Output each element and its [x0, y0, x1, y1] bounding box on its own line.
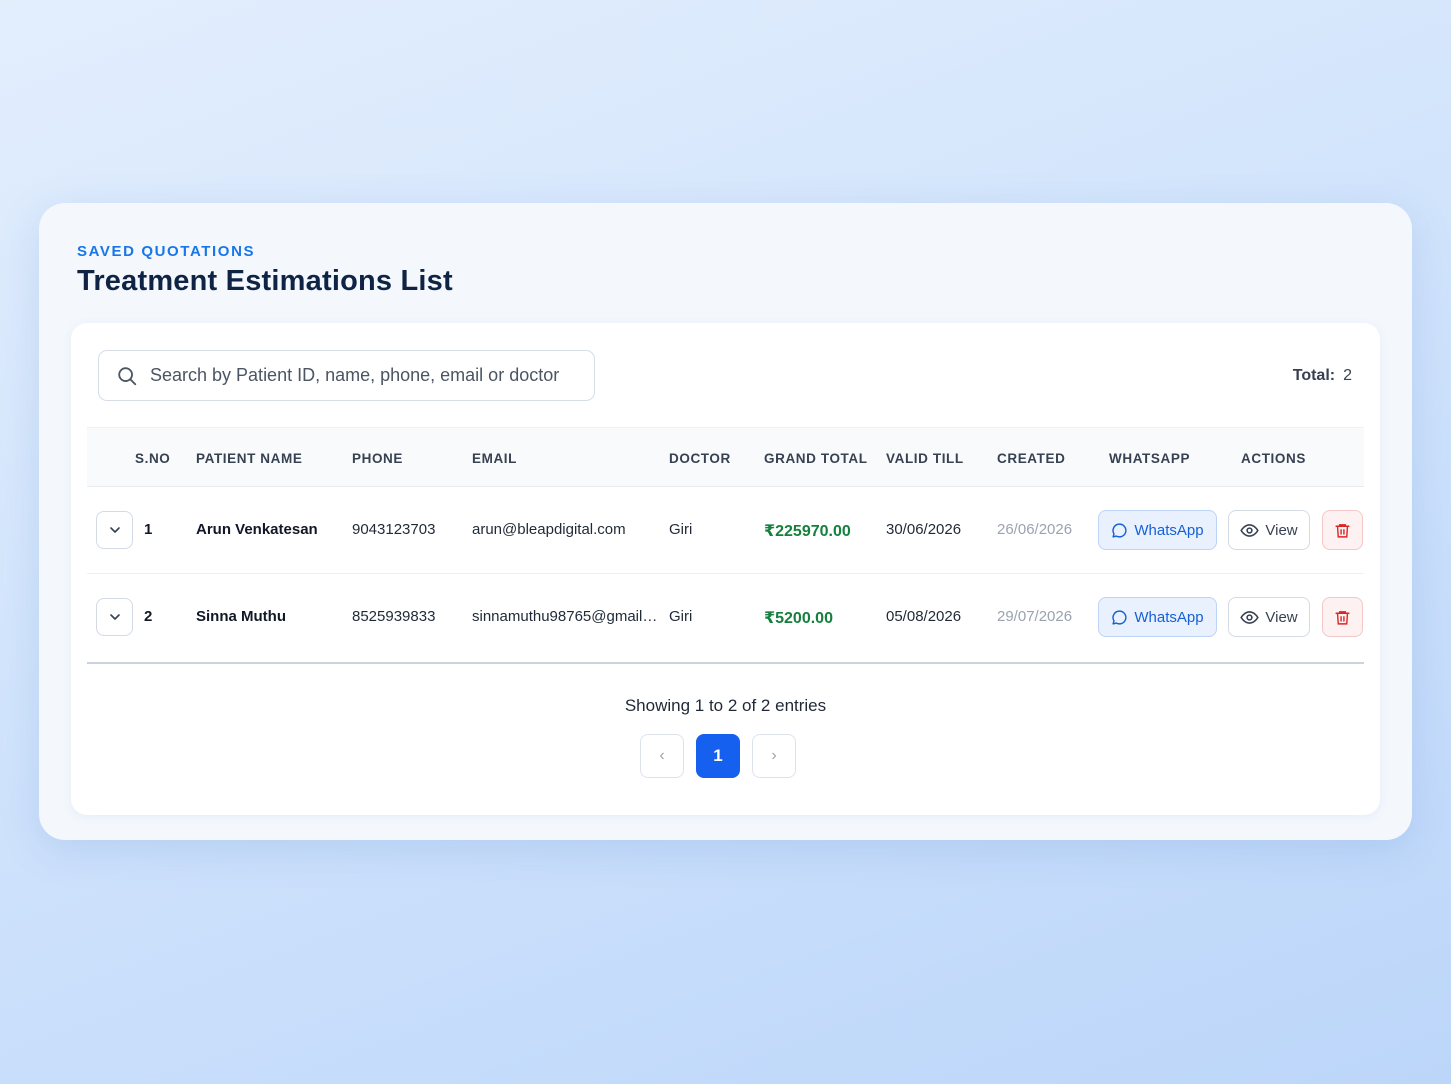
whatsapp-button-label: WhatsApp	[1134, 608, 1204, 626]
row-phone: 8525939833	[352, 608, 436, 625]
column-header-patient-name: PATIENT NAME	[196, 451, 303, 466]
saved-quotations-card: SAVED QUOTATIONS Treatment Estimations L…	[39, 203, 1412, 840]
column-header-email: EMAIL	[472, 451, 517, 466]
whatsapp-button[interactable]: WhatsApp	[1098, 510, 1217, 550]
column-header-grand-total: GRAND TOTAL	[764, 451, 868, 466]
trash-icon	[1335, 610, 1350, 625]
row-grand-total: ₹225970.00	[764, 523, 851, 540]
column-header-phone: PHONE	[352, 451, 404, 466]
column-header-valid-till: VALID TILL	[886, 451, 964, 466]
delete-button[interactable]	[1322, 597, 1363, 637]
row-grand-total: ₹5200.00	[764, 610, 833, 627]
row-created: 29/07/2026	[997, 608, 1073, 625]
trash-icon	[1335, 523, 1350, 538]
page-button-current[interactable]: 1	[696, 734, 740, 778]
estimations-table: S.NO PATIENT NAME PHONE EMAIL DOCTOR GRA…	[87, 427, 1364, 664]
table-row: 2 Sinna Muthu 8525939833 sinnamuthu98765…	[87, 574, 1364, 664]
column-header-whatsapp: WHATSAPP	[1109, 451, 1191, 466]
next-page-button[interactable]: ›	[752, 734, 796, 778]
chat-bubble-icon	[1112, 522, 1127, 538]
page-title: Treatment Estimations List	[77, 265, 453, 297]
chevron-down-icon	[109, 614, 120, 620]
chevron-down-icon	[109, 527, 120, 533]
pagination-summary: Showing 1 to 2 of 2 entries	[624, 696, 827, 715]
row-sno: 2	[144, 608, 153, 625]
search-input[interactable]	[150, 365, 570, 386]
column-header-created: CREATED	[997, 451, 1066, 466]
row-email: sinnamuthu98765@gmail.com	[472, 608, 658, 625]
row-sno: 1	[144, 521, 153, 538]
row-patient-name: Sinna Muthu	[196, 608, 286, 625]
column-header-doctor: DOCTOR	[669, 451, 731, 466]
row-created: 26/06/2026	[997, 521, 1073, 538]
estimations-table-card: Total: 2 S.NO PATIENT NAME PHONE EMAIL DO…	[71, 323, 1380, 815]
view-button[interactable]: View	[1228, 510, 1310, 550]
row-valid-till: 30/06/2026	[886, 521, 962, 538]
column-header-sno: S.NO	[135, 451, 171, 466]
pagination: ‹ 1 ›	[640, 734, 796, 778]
chat-bubble-icon	[1112, 609, 1127, 625]
delete-button[interactable]	[1322, 510, 1363, 550]
search-icon	[116, 365, 138, 387]
whatsapp-button[interactable]: WhatsApp	[1098, 597, 1217, 637]
view-button-label: View	[1265, 521, 1298, 539]
whatsapp-button-label: WhatsApp	[1134, 521, 1204, 539]
search-box[interactable]	[98, 350, 595, 401]
eye-icon	[1240, 523, 1260, 537]
total-value: 2	[1343, 367, 1352, 384]
eye-icon	[1240, 610, 1260, 624]
table-row: 1 Arun Venkatesan 9043123703 arun@bleapd…	[87, 487, 1364, 574]
table-header: S.NO PATIENT NAME PHONE EMAIL DOCTOR GRA…	[87, 427, 1364, 487]
row-valid-till: 05/08/2026	[886, 608, 962, 625]
total-count: Total: 2	[1293, 367, 1352, 385]
row-phone: 9043123703	[352, 521, 436, 538]
view-button[interactable]: View	[1228, 597, 1310, 637]
expand-row-button[interactable]	[96, 511, 133, 549]
prev-page-button[interactable]: ‹	[640, 734, 684, 778]
row-doctor: Giri	[669, 521, 693, 538]
row-email: arun@bleapdigital.com	[472, 521, 626, 538]
row-doctor: Giri	[669, 608, 693, 625]
view-button-label: View	[1265, 608, 1298, 626]
column-header-actions: ACTIONS	[1241, 451, 1306, 466]
expand-row-button[interactable]	[96, 598, 133, 636]
section-eyebrow: SAVED QUOTATIONS	[77, 243, 256, 260]
total-label: Total:	[1292, 367, 1336, 384]
row-patient-name: Arun Venkatesan	[196, 521, 318, 538]
